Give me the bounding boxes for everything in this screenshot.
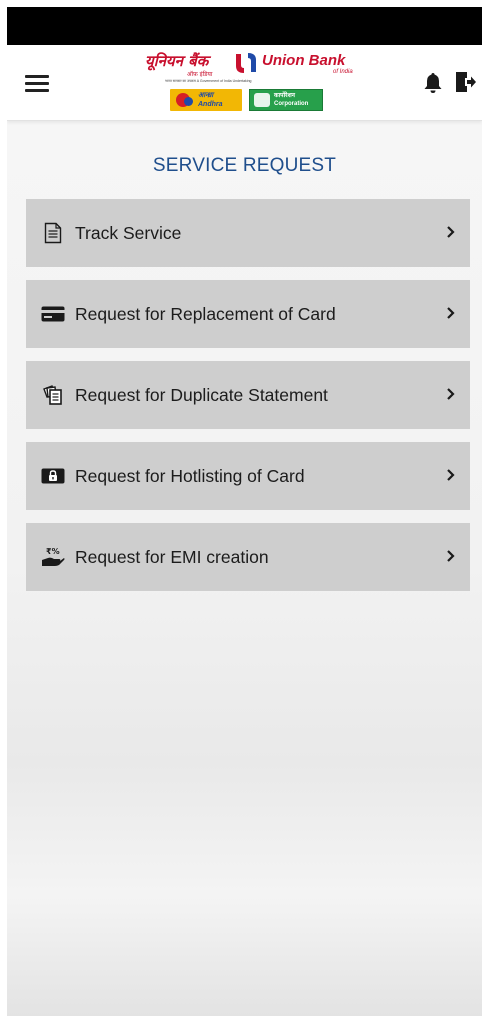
union-bank-mark-icon	[236, 53, 256, 73]
emi-hand-icon: ₹%	[40, 545, 66, 569]
chevron-right-icon	[447, 469, 455, 481]
logo-tagline: भारत सरकार का उपक्रम A Government of Ind…	[165, 79, 252, 83]
hotlisting-card-item[interactable]: Request for Hotlisting of Card	[26, 442, 470, 510]
chevron-right-icon	[447, 550, 455, 562]
corporation-badge-text: कार्पोरेशन Corporation	[274, 93, 309, 107]
status-bar	[7, 7, 482, 45]
track-service-label: Track Service	[75, 222, 182, 243]
chevron-right-icon	[447, 388, 455, 400]
logo-of-india-text: of India	[333, 69, 353, 75]
logo-english-text: Union Bank	[262, 52, 346, 69]
logo-sub-hindi-text: ऑफ़ इंडिया	[187, 71, 213, 78]
phone-screen: यूनियन बैंक ऑफ़ इंडिया Union Bank of Ind…	[7, 7, 482, 1016]
duplicate-statement-label: Request for Duplicate Statement	[75, 384, 328, 405]
track-service-item[interactable]: Track Service	[26, 199, 470, 267]
app-header: यूनियन बैंक ऑफ़ इंडिया Union Bank of Ind…	[7, 45, 482, 121]
emi-creation-label: Request for EMI creation	[75, 546, 269, 567]
emi-creation-item[interactable]: ₹% Request for EMI creation	[26, 523, 470, 591]
document-icon	[40, 221, 66, 245]
logo-hindi-text: यूनियन बैंक	[145, 52, 209, 70]
duplicate-statement-item[interactable]: Request for Duplicate Statement	[26, 361, 470, 429]
chevron-right-icon	[447, 307, 455, 319]
corporation-bank-badge: कार्पोरेशन Corporation	[249, 89, 323, 111]
corporation-emblem-icon	[254, 93, 270, 107]
bell-icon[interactable]	[423, 71, 443, 95]
andhra-bank-badge: आन्ध्रा Andhra	[170, 89, 242, 111]
locked-card-icon	[40, 464, 66, 488]
replacement-card-label: Request for Replacement of Card	[75, 303, 336, 324]
hotlisting-card-label: Request for Hotlisting of Card	[75, 465, 305, 486]
credit-card-icon	[40, 302, 66, 326]
union-bank-logo: यूनियन बैंक ऑफ़ इंडिया Union Bank of Ind…	[145, 51, 365, 117]
andhra-badge-text: आन्ध्रा Andhra	[198, 92, 223, 108]
chevron-right-icon	[447, 226, 455, 238]
logout-icon[interactable]	[455, 70, 477, 94]
replacement-card-item[interactable]: Request for Replacement of Card	[26, 280, 470, 348]
hamburger-menu-icon[interactable]	[25, 75, 49, 93]
documents-stack-icon	[40, 383, 66, 407]
service-request-list: Track Service Request for Replacement of…	[26, 199, 470, 604]
page-title: SERVICE REQUEST	[152, 155, 337, 176]
svg-text:₹%: ₹%	[46, 547, 60, 556]
